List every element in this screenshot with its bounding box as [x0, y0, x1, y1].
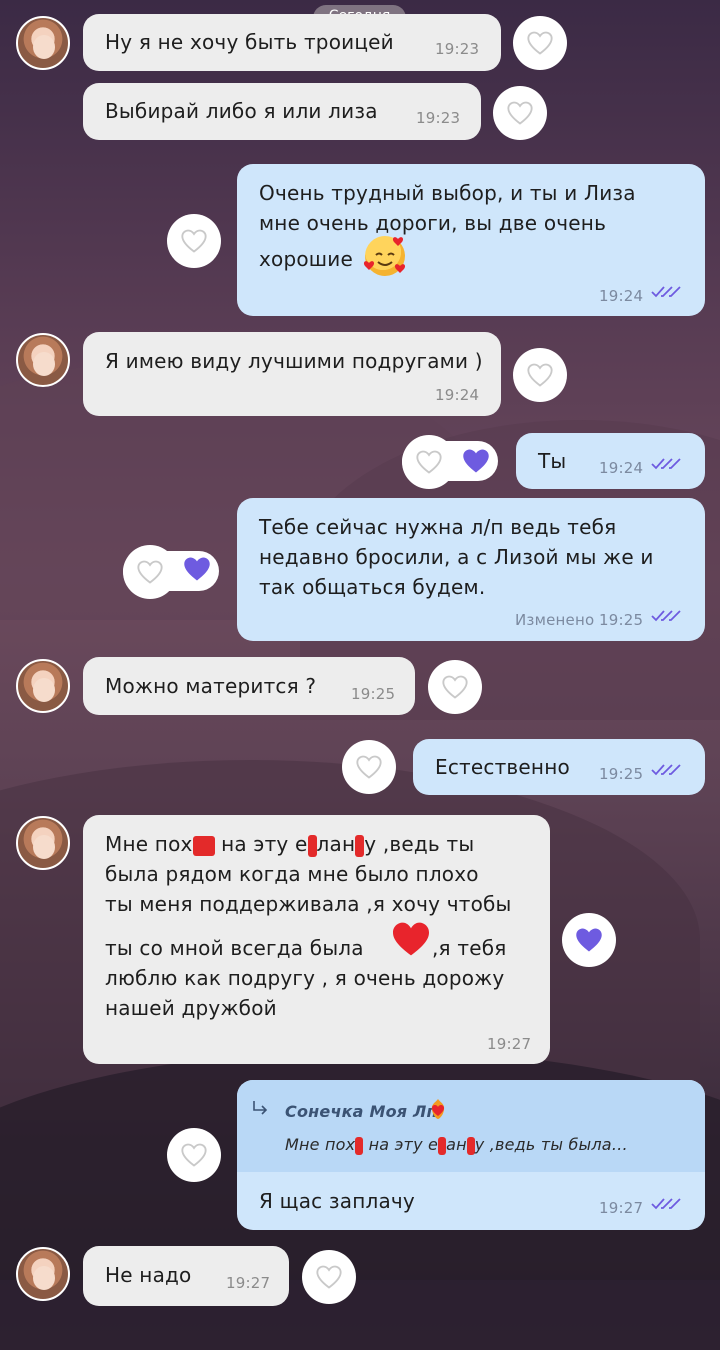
message-bubble-incoming[interactable]: Ну я не хочу быть троицей 19:23 — [83, 14, 501, 71]
message-bubble-outgoing[interactable]: Тебе сейчас нужна л/п ведь тебя недавно … — [237, 498, 705, 641]
message-bubble-incoming[interactable]: Не надо 19:27 — [83, 1246, 289, 1306]
message-time: 19:25 — [599, 611, 644, 629]
reply-quote[interactable]: Сонечка Моя Лп Мне пох на эту е ан у ,ведь… — [237, 1080, 705, 1172]
message-bubble-incoming[interactable]: Выбирай либо я или лиза 19:23 — [83, 83, 481, 140]
message-text: Ну я не хочу быть троицей — [105, 30, 394, 54]
message-time: 19:27 — [599, 1199, 644, 1217]
message-text: Ты — [538, 449, 567, 473]
message-bubble-outgoing[interactable]: Ты 19:24 — [516, 433, 705, 489]
avatar[interactable] — [16, 816, 70, 870]
message-time: 19:24 — [599, 287, 644, 305]
heart-outline-icon — [356, 755, 382, 779]
text-fragment: ан — [446, 1135, 467, 1154]
message-text-line: Очень трудный выбор, и ты и Лиза — [259, 181, 636, 205]
redaction-mark — [438, 1136, 447, 1155]
smiling-face-with-hearts-icon — [363, 236, 406, 276]
heart-on-fire-icon — [431, 1099, 445, 1119]
reply-arrow-icon — [253, 1101, 268, 1115]
avatar[interactable] — [16, 1247, 70, 1301]
message-text-line: недавно бросили, а с Лизой мы же и — [259, 545, 654, 569]
message-text: Выбирай либо я или лиза — [105, 99, 378, 123]
message-text-line: Мне пох на эту е лан у ,ведь ты — [105, 829, 474, 859]
message-time: 19:23 — [435, 40, 480, 58]
heart-outline-icon — [181, 1143, 207, 1167]
avatar[interactable] — [16, 333, 70, 387]
message-text-line: хорошие — [259, 247, 354, 271]
text-fragment: Мне пох — [105, 832, 193, 856]
like-button[interactable] — [562, 913, 616, 967]
heart-outline-icon — [527, 31, 553, 55]
text-fragment: лан — [316, 832, 356, 856]
heart-filled-icon — [463, 449, 489, 473]
message-bubble-outgoing[interactable]: Очень трудный выбор, и ты и Лиза мне оче… — [237, 164, 705, 316]
message-time: 19:24 — [435, 386, 480, 404]
message-text: Можно матерится ? — [105, 674, 317, 698]
message-text-line: так общаться будем. — [259, 575, 486, 599]
heart-outline-icon — [507, 101, 533, 125]
heart-filled-icon — [184, 557, 210, 581]
reply-preview: Мне пох на эту е ан у ,ведь ты была… — [285, 1130, 628, 1160]
reply-author: Сонечка Моя Лп — [285, 1102, 438, 1121]
message-text-line: Тебе сейчас нужна л/п ведь тебя — [259, 515, 617, 539]
message-text-line: была рядом когда мне было плохо — [105, 862, 479, 886]
text-fragment: Мне пох — [285, 1135, 356, 1154]
message-time: 19:23 — [416, 109, 461, 127]
like-button[interactable] — [513, 348, 567, 402]
heart-filled-icon — [576, 928, 602, 952]
message-bubble-incoming[interactable]: Я имею виду лучшими подругами ) 19:24 — [83, 332, 501, 416]
text-fragment: на эту е — [363, 1135, 439, 1154]
message-time: 19:27 — [226, 1274, 271, 1292]
double-check-icon — [651, 610, 681, 622]
message-time: 19:24 — [599, 459, 644, 477]
edited-label: Изменено — [515, 611, 595, 629]
message-bubble-incoming[interactable]: Можно матерится ? 19:25 — [83, 657, 415, 715]
red-heart-icon — [393, 922, 429, 956]
like-button[interactable] — [167, 1128, 221, 1182]
message-text: Я имею виду лучшими подругами ) — [105, 349, 483, 373]
message-time: 19:27 — [487, 1035, 532, 1053]
heart-outline-icon — [137, 560, 163, 584]
message-bubble-incoming[interactable]: Мне пох на эту е лан у ,ведь ты была рядом… — [83, 815, 550, 1064]
message-time: 19:25 — [599, 765, 644, 783]
message-text: Естественно — [435, 755, 570, 779]
message-bubble-outgoing[interactable]: Сонечка Моя Лп Мне пох на эту е ан у ,ведь… — [237, 1080, 705, 1230]
message-time: 19:25 — [351, 685, 396, 703]
like-button[interactable] — [513, 16, 567, 70]
heart-outline-icon — [316, 1265, 342, 1289]
like-button[interactable] — [342, 740, 396, 794]
message-bubble-outgoing[interactable]: Естественно 19:25 — [413, 739, 705, 795]
heart-outline-icon — [416, 450, 442, 474]
message-text-line: ты меня поддерживала ,я хочу чтобы — [105, 892, 512, 916]
message-text-line: люблю как подругу , я очень дорожу — [105, 966, 505, 990]
double-check-icon — [651, 458, 681, 470]
double-check-icon — [651, 286, 681, 298]
like-button[interactable] — [302, 1250, 356, 1304]
like-button[interactable] — [493, 86, 547, 140]
message-text: Я щас заплачу — [259, 1189, 415, 1213]
redaction-mark — [466, 1136, 475, 1155]
heart-outline-icon — [181, 229, 207, 253]
avatar[interactable] — [16, 16, 70, 70]
double-check-icon — [651, 764, 681, 776]
chat-area[interactable]: Сегодня Ну я не хочу быть троицей 19:23 … — [0, 0, 720, 1306]
message-text-line: ты со мной всегда была — [105, 936, 364, 960]
text-fragment: у ,ведь ты была… — [474, 1135, 629, 1154]
like-button[interactable] — [428, 660, 482, 714]
heart-outline-icon — [442, 675, 468, 699]
like-button[interactable] — [123, 545, 177, 599]
redaction-mark — [355, 834, 365, 857]
like-button[interactable] — [402, 435, 456, 489]
like-button[interactable] — [167, 214, 221, 268]
message-text-line: нашей дружбой — [105, 996, 277, 1020]
text-fragment: на эту е — [214, 832, 308, 856]
message-text-line: ,я тебя — [432, 936, 507, 960]
avatar[interactable] — [16, 659, 70, 713]
heart-outline-icon — [527, 363, 553, 387]
redaction-mark — [192, 835, 215, 856]
double-check-icon — [651, 1198, 681, 1210]
message-text: Не надо — [105, 1263, 192, 1287]
message-text-line: мне очень дороги, вы две очень — [259, 211, 607, 235]
text-fragment: у ,ведь ты — [364, 832, 475, 856]
redaction-mark — [307, 834, 317, 857]
